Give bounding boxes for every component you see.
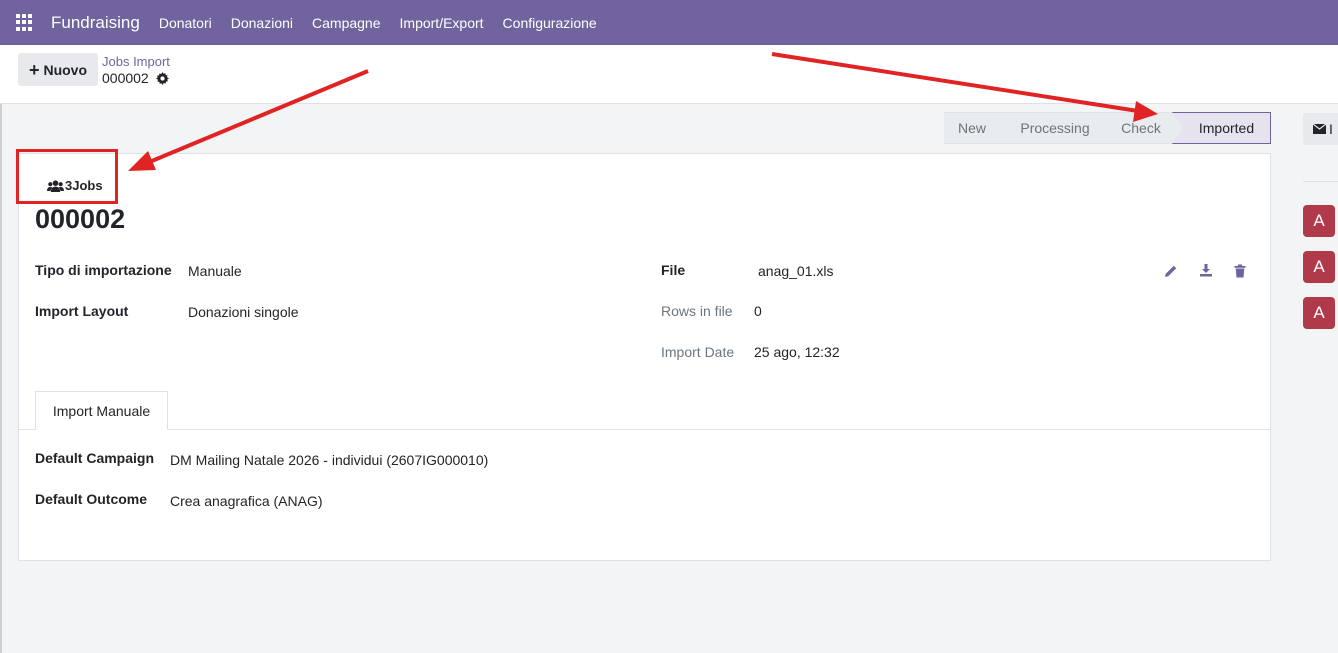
field-label-default-campaign: Default Campaign (35, 450, 155, 466)
breadcrumb-jobs-import[interactable]: Jobs Import (102, 54, 170, 69)
field-value-default-campaign[interactable]: DM Mailing Natale 2026 - individui (2607… (170, 452, 488, 468)
status-bar: New Processing Check Imported (944, 112, 1271, 144)
download-icon[interactable] (1199, 263, 1213, 277)
annotation-highlight-box (16, 149, 118, 204)
menu-configurazione[interactable]: Configurazione (503, 15, 597, 31)
field-label-file: File (661, 262, 686, 278)
stage-imported[interactable]: Imported (1172, 112, 1271, 144)
field-value-tipo-importazione[interactable]: Manuale (188, 263, 242, 279)
control-panel: + Nuovo Jobs Import 000002 (0, 45, 1338, 104)
apps-grid-icon[interactable] (16, 13, 34, 32)
field-label-tipo-importazione: Tipo di importazione (35, 262, 172, 278)
window-edge (0, 45, 2, 653)
new-button[interactable]: + Nuovo (18, 53, 98, 86)
tab-divider (19, 429, 1270, 430)
record-title: 000002 (35, 204, 126, 234)
field-value-file[interactable]: anag_01.xls (758, 263, 834, 279)
field-value-import-date: 25 ago, 12:32 (754, 344, 840, 360)
record-name-label: 000002 (102, 70, 149, 86)
tab-import-manuale[interactable]: Import Manuale (35, 391, 168, 430)
menu-donatori[interactable]: Donatori (159, 15, 212, 31)
field-label-rows-in-file: Rows in file (661, 303, 733, 319)
plus-icon: + (28, 59, 40, 80)
menu-campagne[interactable]: Campagne (312, 15, 381, 31)
breadcrumb-record: 000002 (102, 70, 169, 86)
avatar[interactable]: A (1303, 251, 1335, 283)
top-navbar: Fundraising Donatori Donazioni Campagne … (0, 0, 1338, 45)
send-message-button[interactable]: I (1303, 113, 1338, 145)
stage-processing[interactable]: Processing (1000, 112, 1111, 144)
gear-icon[interactable] (155, 71, 169, 85)
menu-import-export[interactable]: Import/Export (400, 15, 484, 31)
field-label-import-layout: Import Layout (35, 303, 129, 319)
trash-icon[interactable] (1233, 264, 1247, 278)
app-brand[interactable]: Fundraising (51, 13, 140, 33)
chatter-separator (1303, 181, 1338, 182)
field-value-default-outcome[interactable]: Crea anagrafica (ANAG) (170, 493, 323, 509)
edit-pencil-icon[interactable] (1164, 264, 1178, 278)
field-value-rows-in-file: 0 (754, 303, 762, 319)
stage-new[interactable]: New (944, 112, 1011, 144)
menu-donazioni[interactable]: Donazioni (231, 15, 293, 31)
envelope-icon (1313, 124, 1326, 134)
new-button-label: Nuovo (43, 61, 88, 78)
field-value-import-layout[interactable]: Donazioni singole (188, 304, 299, 320)
field-label-default-outcome: Default Outcome (35, 491, 148, 507)
field-label-import-date: Import Date (661, 344, 735, 360)
send-message-label: I (1329, 121, 1333, 137)
avatar[interactable]: A (1303, 205, 1335, 237)
avatar[interactable]: A (1303, 297, 1335, 329)
